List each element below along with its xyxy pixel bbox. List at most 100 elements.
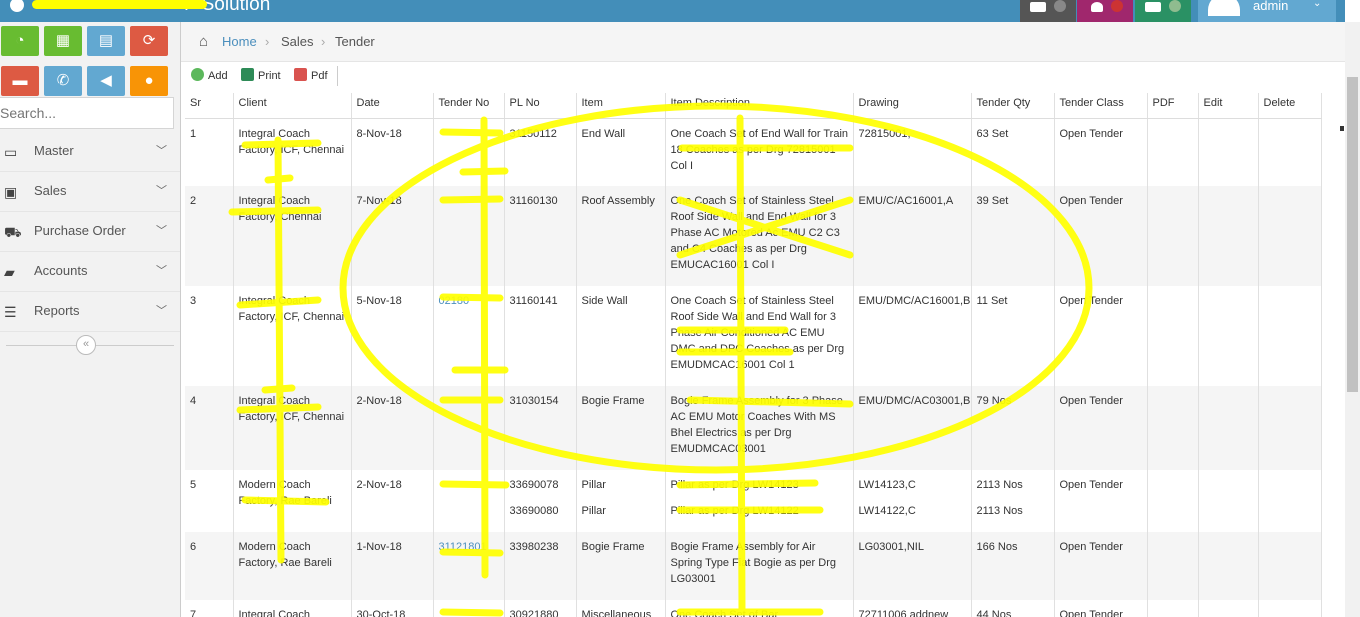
shortcut-newspaper-button[interactable]: ▤ [87, 26, 125, 56]
cell-delete[interactable] [1258, 532, 1322, 600]
cell-pdf[interactable] [1147, 186, 1199, 286]
cell-tender-class: Open Tender [1054, 470, 1148, 532]
search-input[interactable] [0, 98, 170, 128]
cell-delete[interactable] [1258, 186, 1322, 286]
column-header-item[interactable]: Item [576, 93, 666, 119]
table-row[interactable]: 1 Integral Coach Factory, ICF, Chennai 8-N… [185, 118, 1322, 186]
cell-item: Miscellaneous [576, 600, 666, 617]
print-button[interactable]: Print [241, 68, 281, 82]
sidebar-item-master[interactable]: ▭ Master ﹀ [0, 132, 180, 172]
add-label: Add [208, 70, 228, 82]
shortcut-refresh-button[interactable]: ⟳ [130, 26, 168, 56]
collapse-sidebar-button[interactable]: « [76, 335, 96, 355]
cell-edit[interactable] [1198, 532, 1259, 600]
cell-pdf[interactable] [1147, 386, 1199, 470]
pdf-icon [294, 68, 307, 81]
cell-item-description-value: Bogie Frame Assembly for Air Spring Type… [670, 541, 837, 585]
newspaper-icon: ▤ [98, 32, 114, 49]
sidebar-item-reports[interactable]: ☰ Reports ﹀ [0, 292, 180, 332]
column-header-pdf[interactable]: PDF [1147, 93, 1199, 119]
column-header-date[interactable]: Date [351, 93, 434, 119]
cell-sr: 7 [185, 600, 234, 617]
table-row[interactable]: 7 Integral Coach 30-Oct-18 30921880 Miscella… [185, 600, 1322, 617]
cell-edit[interactable] [1198, 470, 1259, 532]
cell-tender-no[interactable] [433, 470, 505, 532]
cell-tender-no[interactable] [433, 600, 505, 617]
scrollbar-thumb[interactable] [1347, 77, 1358, 392]
sidebar-collapse: « [0, 335, 180, 355]
table-row[interactable]: 3 Integral Coach Factory, ICF, Chennai 5-N… [185, 286, 1322, 386]
refresh-icon: ⟳ [142, 32, 156, 49]
breadcrumb: ⌂ Home › Sales › Tender [181, 22, 1345, 62]
table-row[interactable]: 4 Integral Coach Factory, ICF, Chennai 2-N… [185, 386, 1322, 470]
shortcut-phone-button[interactable]: ✆ [44, 66, 82, 96]
cell-item-description: One Coach Set of Stainless Steel Roof Si… [665, 186, 854, 286]
cell-tender-no[interactable] [433, 386, 505, 470]
column-header-drawing[interactable]: Drawing [853, 93, 972, 119]
cell-drawing: EMU/DMC/AC03001,B [853, 386, 972, 470]
breadcrumb-sales[interactable]: Sales [281, 22, 314, 62]
column-header-edit[interactable]: Edit [1198, 93, 1259, 119]
cell-pdf[interactable] [1147, 600, 1199, 617]
envelope-icon [1145, 2, 1161, 12]
cell-pdf[interactable] [1147, 532, 1199, 600]
shortcut-contact-card-button[interactable]: ▬ [1, 66, 39, 96]
table-row[interactable]: 2 Integral Coach Factory, Chennai 7-Nov-18… [185, 186, 1322, 286]
cell-delete[interactable] [1258, 470, 1322, 532]
cell-edit[interactable] [1198, 118, 1259, 186]
user-menu[interactable]: admin ⌄ [1198, 0, 1336, 22]
avatar [1208, 0, 1240, 16]
shortcut-chat-button[interactable]: ● [130, 66, 168, 96]
shortcut-dashboard-button[interactable]: ◔ [1, 26, 39, 56]
shortcut-megaphone-button[interactable]: ◀ [87, 66, 125, 96]
cell-client: Integral Coach Factory, ICF, Chennai [233, 386, 352, 470]
breadcrumb-home[interactable]: Home [222, 22, 257, 62]
cell-edit[interactable] [1198, 286, 1259, 386]
pdf-label: Pdf [311, 70, 328, 82]
column-header-delete[interactable]: Delete [1258, 93, 1322, 119]
home-icon[interactable]: ⌂ [199, 22, 208, 62]
cell-sr: 5 [185, 470, 234, 532]
pdf-button[interactable]: Pdf [294, 68, 328, 82]
cell-tender-qty-value: 166 Nos [976, 541, 1018, 553]
cell-tender-no[interactable]: 31121801 [433, 532, 505, 600]
table-row[interactable]: 5 Modern Coach Factory, Rae Bareli 2-Nov-1… [185, 470, 1322, 532]
column-header-sr[interactable]: Sr [185, 93, 234, 119]
column-header-item-description[interactable]: Item Description [665, 93, 854, 119]
shortcut-calendar-button[interactable]: ▦ [44, 26, 82, 56]
cell-delete[interactable] [1258, 286, 1322, 386]
cell-delete[interactable] [1258, 118, 1322, 186]
column-header-tender-qty[interactable]: Tender Qty [971, 93, 1055, 119]
column-header-tender-class[interactable]: Tender Class [1054, 93, 1148, 119]
vertical-scrollbar[interactable] [1340, 22, 1360, 617]
cell-pdf[interactable] [1147, 470, 1199, 532]
column-header-pl-no[interactable]: PL No [504, 93, 577, 119]
cell-delete[interactable] [1258, 386, 1322, 470]
cell-tender-no[interactable]: 02180 [433, 286, 505, 386]
cell-pl-no: 33980238 [504, 532, 577, 600]
cell-edit[interactable] [1198, 600, 1259, 617]
sidebar-item-accounts[interactable]: ▰ Accounts ﹀ [0, 252, 180, 292]
cell-delete[interactable] [1258, 600, 1322, 617]
column-header-tender-no[interactable]: Tender No [433, 93, 505, 119]
cell-pdf[interactable] [1147, 118, 1199, 186]
cell-client: Modern Coach Factory, Rae Bareli [233, 532, 352, 600]
sidebar-item-purchase-order[interactable]: ⛟ Purchase Order ﹀ [0, 212, 180, 252]
bell-icon [1091, 2, 1103, 12]
cell-tender-no[interactable] [433, 186, 505, 286]
messages-button[interactable] [1135, 0, 1191, 22]
tasks-button[interactable] [1020, 0, 1076, 22]
cell-tender-class: Open Tender [1054, 532, 1148, 600]
cell-edit[interactable] [1198, 386, 1259, 470]
cell-date: 5-Nov-18 [351, 286, 434, 386]
column-header-client[interactable]: Client [233, 93, 352, 119]
add-button[interactable]: Add [191, 68, 228, 82]
notifications-button[interactable] [1077, 0, 1133, 22]
cell-edit[interactable] [1198, 186, 1259, 286]
table-row[interactable]: 6 Modern Coach Factory, Rae Bareli 1-Nov-1… [185, 532, 1322, 600]
sidebar-item-sales[interactable]: ▣ Sales ﹀ [0, 172, 180, 212]
redaction-mark [32, 0, 207, 9]
cell-item-description-value: Pillar as per Drg LW14122 [670, 505, 799, 517]
cell-pdf[interactable] [1147, 286, 1199, 386]
cell-tender-no[interactable] [433, 118, 505, 186]
